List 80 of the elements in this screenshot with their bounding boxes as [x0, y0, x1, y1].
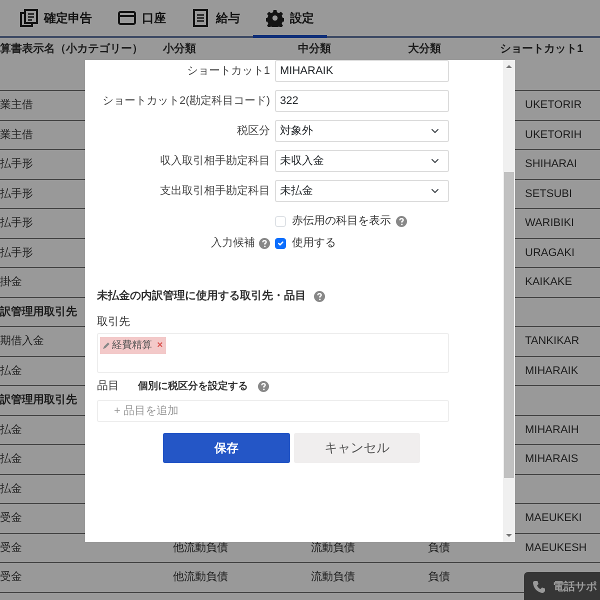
- field-label: 入力候補: [211, 236, 255, 251]
- column-header: 算書表示名（小カテゴリー）: [0, 42, 143, 57]
- table-cell-text: 業主借: [0, 98, 33, 113]
- scrollbar-thumb[interactable]: [504, 172, 514, 478]
- table-cell-text: MAEUKEKI: [524, 511, 582, 526]
- nav-tab[interactable]: 給与: [179, 0, 253, 38]
- table-cell-text: MAEUKESH: [524, 540, 587, 556]
- checkbox[interactable]: [275, 238, 286, 248]
- field-label: 税区分: [236, 124, 271, 139]
- help-icon: [258, 380, 269, 392]
- table-cell-text: UKETORIR: [524, 98, 582, 113]
- table-cell-text: URAGAKI: [524, 246, 575, 260]
- column-header: ショートカット1: [499, 42, 584, 57]
- nav-tab[interactable]: 確定申告: [7, 0, 105, 38]
- pencil-icon: [103, 342, 110, 349]
- save-button[interactable]: 保存: [163, 433, 290, 463]
- column-header: 大分類: [407, 42, 441, 57]
- table-cell-text: 負債: [427, 570, 450, 585]
- nav-tab[interactable]: 口座: [105, 0, 179, 38]
- table-cell-text: 業主借: [0, 128, 33, 142]
- phone-icon: [532, 580, 546, 594]
- field-label: ショートカット1: [186, 64, 271, 79]
- group-header: 訳管理用取引先: [0, 392, 77, 408]
- table-cell-text: SHIHARAI: [524, 157, 577, 172]
- column-header: 中分類: [297, 42, 331, 57]
- table-cell-text: 掛金: [0, 275, 22, 290]
- table-cell-text: 払金: [0, 482, 22, 496]
- partner-tag[interactable]: 経費精算 ×: [100, 337, 166, 354]
- phone-support-button[interactable]: 電話サポ: [524, 572, 600, 600]
- table-cell-text: MIHARAIK: [524, 364, 578, 378]
- table-cell-text: KAIKAKE: [524, 275, 572, 290]
- table-cell-text: TANKIKAR: [524, 334, 580, 349]
- table-cell-text: MIHARAIS: [524, 452, 578, 467]
- field-label: 支出取引相手勘定科目: [159, 184, 271, 199]
- select-field[interactable]: 未払金: [275, 180, 449, 202]
- table-cell-text: 払手形: [0, 186, 33, 202]
- table-cell-text: SETSUBI: [524, 186, 572, 202]
- field-label: 取引先: [97, 314, 131, 330]
- table-cell-text: 他流動負債: [172, 570, 228, 585]
- table-cell-text: 払金: [0, 452, 22, 467]
- table-cell-text: 払手形: [0, 216, 33, 231]
- scrollbar[interactable]: [503, 60, 515, 542]
- table-cell-text: 払金: [0, 422, 22, 438]
- table-cell-text: 払金: [0, 364, 22, 378]
- table-cell-text: 払手形: [0, 157, 33, 172]
- table-cell-text: 受金: [0, 510, 22, 526]
- column-header: 小分類: [162, 42, 196, 57]
- scroll-down-icon[interactable]: [505, 531, 513, 539]
- table-cell-text: 他流動負債: [172, 540, 228, 556]
- help-icon: [314, 290, 325, 302]
- select-field[interactable]: 対象外: [275, 120, 449, 142]
- settings-icon: [266, 8, 284, 26]
- section-title: 未払金の内訳管理に使用する取引先・品目: [97, 288, 306, 304]
- toggle-label: 個別に税区分を設定する: [138, 379, 248, 394]
- table-cell-text: 払手形: [0, 246, 33, 260]
- group-header: 訳管理用取引先: [0, 304, 77, 320]
- table-cell-text: 受金: [0, 570, 22, 585]
- checkbox-label: 使用する: [292, 236, 336, 251]
- input-field[interactable]: 322: [275, 90, 449, 112]
- document-stack-icon: [20, 8, 38, 26]
- table-cell-text: 流動負債: [310, 570, 355, 585]
- table-cell-text: 流動負債: [310, 540, 355, 556]
- table-cell-text: 負債: [427, 540, 450, 556]
- table-cell-text: MIHARAIH: [524, 422, 579, 438]
- scroll-up-icon[interactable]: [505, 63, 513, 71]
- field-label: ショートカット2(勘定科目コード): [102, 94, 271, 109]
- table-cell-text: UKETORIH: [524, 128, 582, 142]
- list-icon: [192, 8, 210, 26]
- checkbox-label: 赤伝用の科目を表示: [292, 214, 391, 229]
- nav-tab[interactable]: 設定: [253, 0, 327, 38]
- cancel-button[interactable]: キャンセル: [294, 433, 420, 463]
- tag-input-field[interactable]: 経費精算 ×: [97, 333, 449, 373]
- table-cell-text: WARIBIKI: [524, 216, 574, 231]
- field-label: 収入取引相手勘定科目: [159, 154, 271, 169]
- field-label: 品目: [97, 378, 119, 394]
- select-field[interactable]: 未収入金: [275, 150, 449, 172]
- table-cell-text: 受金: [0, 540, 22, 556]
- card-icon: [118, 8, 136, 26]
- input-field[interactable]: MIHARAIK: [275, 60, 449, 82]
- table-cell-text: 期借入金: [0, 334, 44, 349]
